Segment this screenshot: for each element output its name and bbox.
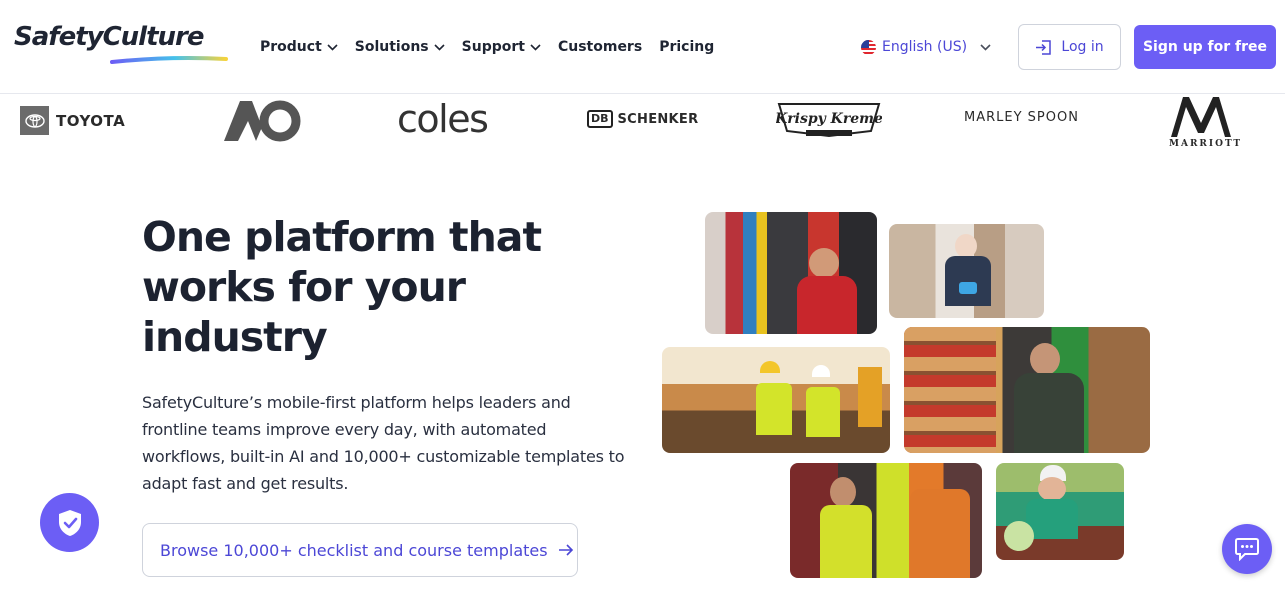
nav-customers[interactable]: Customers — [558, 36, 642, 58]
nav-support-label: Support — [461, 39, 525, 55]
us-flag-icon — [861, 39, 876, 55]
chat-support-button[interactable] — [1222, 524, 1272, 574]
db-mark: DB — [587, 110, 613, 128]
browse-templates-label: Browse 10,000+ checklist and course temp… — [160, 540, 548, 560]
nav-pricing-label: Pricing — [659, 39, 715, 55]
login-button[interactable]: Log in — [1018, 24, 1121, 70]
login-label: Log in — [1061, 39, 1104, 55]
krispy-kreme-wordmark: Krispy Kreme — [776, 111, 882, 127]
main-nav: Product Solutions Support Customers Pric… — [260, 36, 731, 58]
customer-logos-strip: TOYOTA coles DB SCHENKER Krispy Kreme MA… — [0, 95, 1285, 155]
marriott-logo: MARRIOTT — [1167, 93, 1247, 151]
marriott-wordmark: MARRIOTT — [1169, 139, 1243, 149]
arrow-right-icon — [558, 544, 573, 556]
chat-bubble-icon — [1235, 538, 1259, 561]
chevron-down-icon — [530, 43, 541, 51]
cleaning-worker-photo — [889, 224, 1044, 318]
logo-swoosh-icon — [110, 56, 228, 64]
signup-label: Sign up for free — [1142, 39, 1268, 55]
nav-product-label: Product — [260, 39, 322, 55]
chevron-down-icon — [434, 43, 445, 51]
krispy-kreme-logo: Krispy Kreme — [776, 103, 882, 138]
coles-logo: coles — [397, 97, 489, 141]
schenker-wordmark: SCHENKER — [617, 111, 699, 127]
grocery-shelf-worker-photo — [904, 327, 1150, 453]
chevron-down-icon — [980, 43, 991, 51]
logo-wordmark: SafetyCulture — [14, 22, 204, 52]
hero-description: SafetyCulture’s mobile-first platform he… — [142, 393, 625, 493]
nav-customers-label: Customers — [557, 39, 643, 55]
safetyculture-logo[interactable]: SafetyCulture — [14, 22, 230, 66]
trust-shield-button[interactable] — [40, 493, 99, 552]
retail-worker-photo — [705, 212, 877, 334]
shield-check-icon — [58, 509, 81, 536]
hero-title: One platform that works for your industr… — [142, 213, 542, 361]
marriott-m-icon — [1171, 97, 1231, 137]
australian-open-logo — [224, 100, 301, 142]
toyota-wordmark: TOYOTA — [56, 111, 126, 130]
browse-templates-button[interactable]: Browse 10,000+ checklist and course temp… — [142, 523, 578, 577]
marley-spoon-logo: MARLEY SPOON — [964, 110, 1079, 125]
nav-pricing[interactable]: Pricing — [659, 36, 714, 58]
language-label: English (US) — [882, 39, 968, 55]
construction-workers-photo — [662, 347, 890, 453]
nav-solutions-label: Solutions — [354, 39, 429, 55]
toyota-emblem-icon — [20, 106, 49, 135]
nav-support[interactable]: Support — [462, 36, 541, 58]
nav-product[interactable]: Product — [260, 36, 338, 58]
language-selector[interactable]: English (US) — [861, 36, 991, 58]
login-arrow-icon — [1036, 39, 1052, 55]
toyota-logo: TOYOTA — [20, 106, 125, 135]
db-schenker-logo: DB SCHENKER — [587, 110, 698, 128]
food-processing-photo — [996, 463, 1124, 560]
site-header: SafetyCulture Product Solutions Support — [0, 0, 1285, 94]
signup-button[interactable]: Sign up for free — [1134, 25, 1276, 69]
chevron-down-icon — [327, 43, 338, 51]
nav-solutions[interactable]: Solutions — [355, 36, 445, 58]
warehouse-workers-photo — [790, 463, 982, 578]
